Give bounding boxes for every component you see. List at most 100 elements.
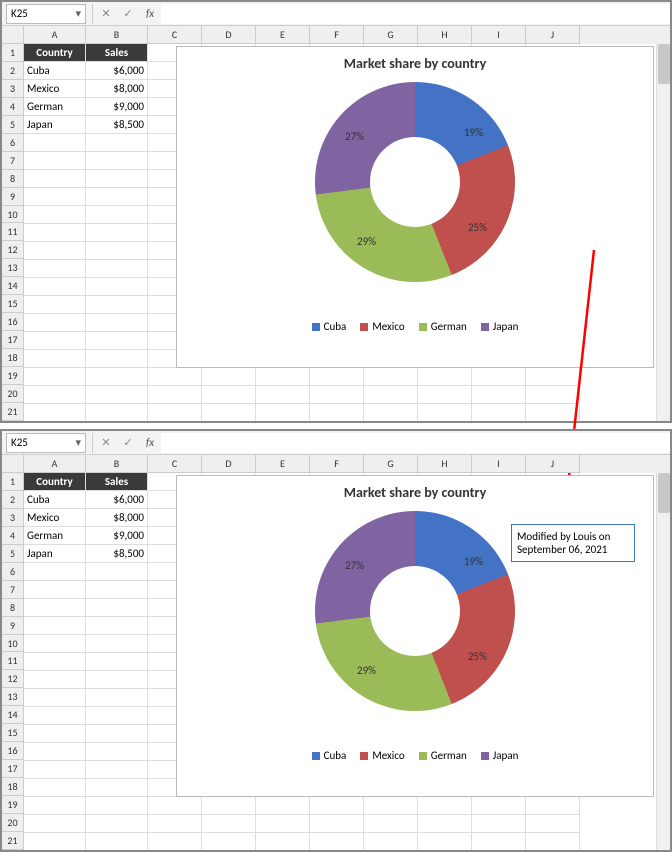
cell-E21[interactable] (256, 404, 310, 421)
col-header-B[interactable]: B (86, 26, 148, 44)
name-box[interactable]: K25 ▾ (6, 4, 86, 24)
col-header-A[interactable]: A (24, 455, 86, 473)
cell-J20[interactable] (526, 815, 580, 833)
cell-B11[interactable] (86, 653, 148, 671)
chart-container[interactable]: Market share by country 19% 25% 29% 27% (176, 46, 654, 368)
cell-A15[interactable] (24, 296, 86, 314)
cell-D21[interactable] (202, 833, 256, 850)
row-header-1[interactable]: 1 (2, 473, 24, 491)
cell-A18[interactable] (24, 350, 86, 368)
cell-B1[interactable]: Sales (86, 473, 148, 491)
vertical-scrollbar[interactable] (656, 44, 670, 421)
col-header-C[interactable]: C (148, 26, 202, 44)
row-header-10[interactable]: 10 (2, 635, 24, 653)
cell-E19[interactable] (256, 797, 310, 815)
cell-B9[interactable] (86, 188, 148, 206)
cell-B7[interactable] (86, 152, 148, 170)
cell-A6[interactable] (24, 563, 86, 581)
cell-B15[interactable] (86, 296, 148, 314)
cell-I21[interactable] (472, 404, 526, 421)
row-header-13[interactable]: 13 (2, 688, 24, 706)
col-header-H[interactable]: H (418, 26, 472, 44)
row-header-20[interactable]: 20 (2, 814, 24, 832)
col-header-C[interactable]: C (148, 455, 202, 473)
scroll-thumb[interactable] (658, 473, 670, 513)
cell-A5[interactable]: Japan (24, 116, 86, 134)
cell-B5[interactable]: $8,500 (86, 116, 148, 134)
row-header-18[interactable]: 18 (2, 778, 24, 796)
cell-J20[interactable] (526, 386, 580, 404)
cell-C20[interactable] (148, 386, 202, 404)
row-header-13[interactable]: 13 (2, 259, 24, 277)
cell-F19[interactable] (310, 368, 364, 386)
cell-D19[interactable] (202, 368, 256, 386)
row-header-17[interactable]: 17 (2, 760, 24, 778)
chart-container[interactable]: Market share by country Modified by Loui… (176, 475, 654, 797)
cell-A5[interactable]: Japan (24, 545, 86, 563)
cell-B14[interactable] (86, 278, 148, 296)
cell-B18[interactable] (86, 779, 148, 797)
cell-G21[interactable] (364, 404, 418, 421)
cell-A7[interactable] (24, 152, 86, 170)
col-header-B[interactable]: B (86, 455, 148, 473)
row-header-11[interactable]: 11 (2, 652, 24, 670)
cell-B20[interactable] (86, 386, 148, 404)
cell-B12[interactable] (86, 671, 148, 689)
cell-C19[interactable] (148, 368, 202, 386)
row-header-6[interactable]: 6 (2, 563, 24, 581)
cell-A10[interactable] (24, 206, 86, 224)
row-header-10[interactable]: 10 (2, 206, 24, 224)
cell-I21[interactable] (472, 833, 526, 850)
cell-B4[interactable]: $9,000 (86, 527, 148, 545)
row-header-8[interactable]: 8 (2, 170, 24, 188)
cell-B2[interactable]: $6,000 (86, 62, 148, 80)
cell-A19[interactable] (24, 797, 86, 815)
cell-B3[interactable]: $8,000 (86, 80, 148, 98)
col-header-I[interactable]: I (472, 26, 526, 44)
cell-B9[interactable] (86, 617, 148, 635)
cell-A3[interactable]: Mexico (24, 80, 86, 98)
cell-B7[interactable] (86, 581, 148, 599)
cell-B14[interactable] (86, 707, 148, 725)
cell-A2[interactable]: Cuba (24, 62, 86, 80)
row-header-1[interactable]: 1 (2, 44, 24, 62)
cell-A21[interactable] (24, 833, 86, 850)
cell-A16[interactable] (24, 314, 86, 332)
cell-C21[interactable] (148, 833, 202, 850)
cell-B18[interactable] (86, 350, 148, 368)
cell-B17[interactable] (86, 332, 148, 350)
cell-G19[interactable] (364, 797, 418, 815)
cell-F20[interactable] (310, 815, 364, 833)
cell-J19[interactable] (526, 368, 580, 386)
cell-A1[interactable]: Country (24, 44, 86, 62)
cell-A13[interactable] (24, 260, 86, 278)
cell-A1[interactable]: Country (24, 473, 86, 491)
cell-D20[interactable] (202, 815, 256, 833)
cell-B12[interactable] (86, 242, 148, 260)
cell-D19[interactable] (202, 797, 256, 815)
col-header-F[interactable]: F (310, 455, 364, 473)
row-header-17[interactable]: 17 (2, 331, 24, 349)
row-header-20[interactable]: 20 (2, 385, 24, 403)
cell-B21[interactable] (86, 833, 148, 850)
row-header-5[interactable]: 5 (2, 545, 24, 563)
row-header-6[interactable]: 6 (2, 134, 24, 152)
cell-B5[interactable]: $8,500 (86, 545, 148, 563)
cell-A14[interactable] (24, 707, 86, 725)
select-all-corner[interactable] (2, 455, 24, 473)
row-header-7[interactable]: 7 (2, 152, 24, 170)
cell-A19[interactable] (24, 368, 86, 386)
col-header-E[interactable]: E (256, 26, 310, 44)
cell-A17[interactable] (24, 761, 86, 779)
col-header-D[interactable]: D (202, 26, 256, 44)
enter-icon[interactable]: ✓ (117, 433, 139, 453)
row-header-21[interactable]: 21 (2, 403, 24, 421)
cell-A20[interactable] (24, 815, 86, 833)
cell-I20[interactable] (472, 386, 526, 404)
cell-A9[interactable] (24, 617, 86, 635)
cell-A15[interactable] (24, 725, 86, 743)
col-header-F[interactable]: F (310, 26, 364, 44)
row-header-9[interactable]: 9 (2, 617, 24, 635)
cell-F21[interactable] (310, 833, 364, 850)
col-header-J[interactable]: J (526, 26, 580, 44)
